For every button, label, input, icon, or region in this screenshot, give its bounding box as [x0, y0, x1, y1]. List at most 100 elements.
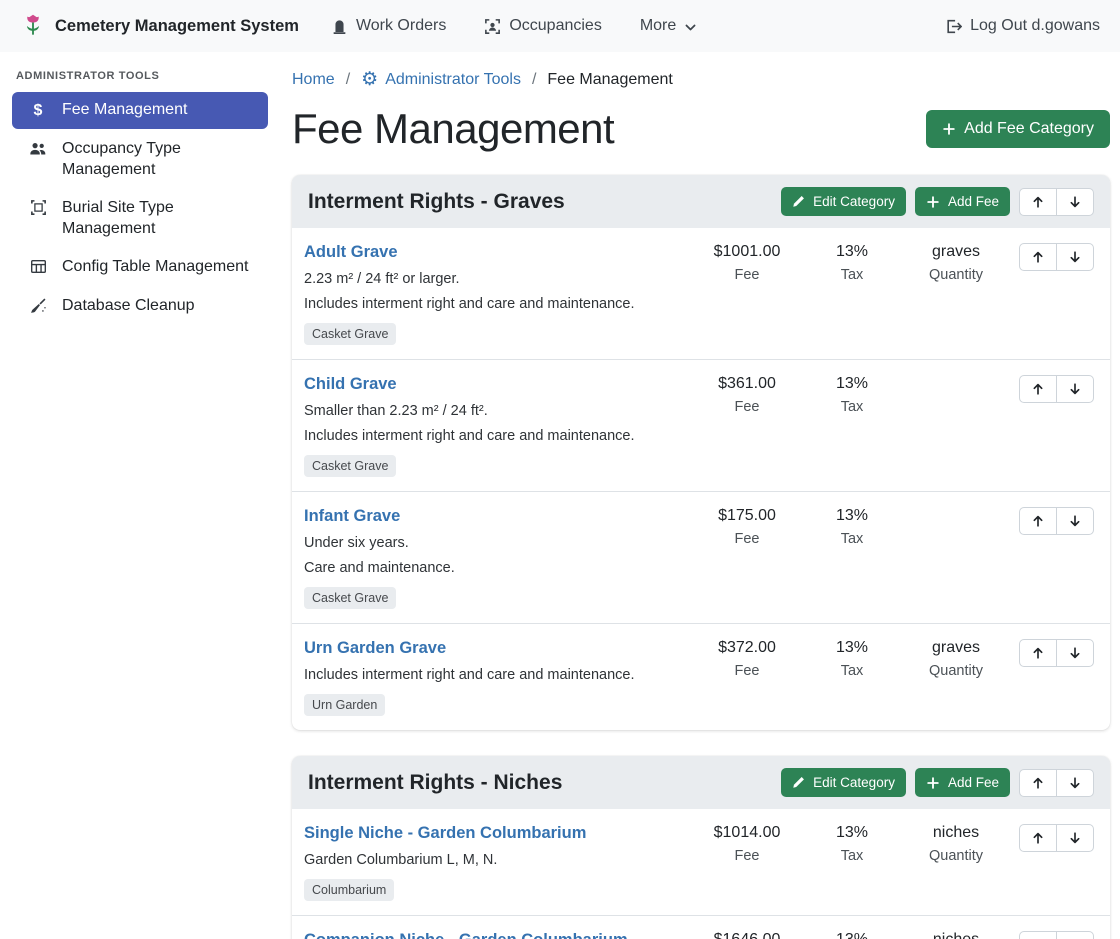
sidebar-item-config-table-management[interactable]: Config Table Management	[12, 249, 268, 285]
fee-row: Adult Grave 2.23 m² / 24 ft² or larger. …	[292, 228, 1110, 359]
move-category-up-button[interactable]	[1019, 188, 1057, 216]
fee-type-badge: Casket Grave	[304, 455, 396, 477]
fee-name-link[interactable]: Companion Niche - Garden Columbarium	[304, 931, 628, 939]
breadcrumb-admin-tools-link[interactable]: ⚙ Administrator Tools	[361, 70, 521, 89]
tax-rate: 13%	[800, 507, 904, 525]
fee-reorder-group	[1019, 824, 1094, 852]
sidebar-item-fee-management[interactable]: $ Fee Management	[12, 92, 268, 129]
quantity-unit: graves	[904, 243, 1008, 261]
fee-amount: $1014.00	[694, 824, 800, 842]
add-fee-category-button[interactable]: Add Fee Category	[926, 110, 1110, 148]
fee-row: Child Grave Smaller than 2.23 m² / 24 ft…	[292, 359, 1110, 491]
category-header: Interment Rights - Graves Edit Category …	[292, 175, 1110, 228]
fee-amount: $372.00	[694, 639, 800, 657]
move-fee-up-button[interactable]	[1019, 375, 1057, 403]
fee-name-link[interactable]: Urn Garden Grave	[304, 639, 446, 658]
quantity-label: Quantity	[904, 848, 1008, 864]
fee-row: Urn Garden Grave Includes interment righ…	[292, 623, 1110, 730]
breadcrumb: Home / ⚙ Administrator Tools / Fee Manag…	[292, 70, 1110, 89]
move-fee-down-button[interactable]	[1056, 375, 1094, 403]
fee-name-link[interactable]: Infant Grave	[304, 507, 400, 526]
plus-icon	[926, 195, 940, 209]
arrow-down-icon	[1068, 195, 1082, 209]
category-actions: Edit Category Add Fee	[781, 187, 1094, 216]
sidebar-item-database-cleanup[interactable]: Database Cleanup	[12, 288, 268, 324]
page-title: Fee Management	[292, 105, 614, 153]
quantity-label: Quantity	[904, 267, 1008, 283]
app-brand[interactable]: Cemetery Management System	[20, 13, 299, 39]
arrow-down-icon	[1068, 250, 1082, 264]
arrow-down-icon	[1068, 646, 1082, 660]
arrow-up-icon	[1031, 195, 1045, 209]
fee-row: Companion Niche - Garden Columbarium Gar…	[292, 915, 1110, 939]
fee-label: Fee	[694, 663, 800, 679]
fee-amount: $1001.00	[694, 243, 800, 261]
fee-name-link[interactable]: Adult Grave	[304, 243, 398, 262]
move-fee-up-button[interactable]	[1019, 639, 1057, 667]
logout-link[interactable]: Log Out d.gowans	[945, 17, 1100, 35]
move-fee-down-button[interactable]	[1056, 824, 1094, 852]
fee-name-link[interactable]: Child Grave	[304, 375, 397, 394]
arrow-up-icon	[1031, 646, 1045, 660]
edit-category-button[interactable]: Edit Category	[781, 768, 906, 797]
fee-name-link[interactable]: Single Niche - Garden Columbarium	[304, 824, 586, 843]
sidebar-item-occupancy-type-management[interactable]: Occupancy Type Management	[12, 131, 268, 188]
breadcrumb-separator: /	[532, 71, 536, 89]
move-fee-down-button[interactable]	[1056, 931, 1094, 939]
fee-label: Fee	[694, 267, 800, 283]
move-category-up-button[interactable]	[1019, 769, 1057, 797]
table-icon	[28, 258, 48, 275]
pencil-icon	[792, 776, 805, 789]
navbar-links: Work Orders Occupancies More	[331, 17, 697, 35]
plus-icon	[942, 122, 956, 136]
arrow-down-icon	[1068, 382, 1082, 396]
arrow-down-icon	[1068, 514, 1082, 528]
move-fee-up-button[interactable]	[1019, 931, 1057, 939]
quantity-unit: niches	[904, 824, 1008, 842]
arrow-up-icon	[1031, 831, 1045, 845]
plus-icon	[926, 776, 940, 790]
move-fee-down-button[interactable]	[1056, 243, 1094, 271]
tulip-logo-icon	[20, 13, 46, 39]
bounding-box-icon	[28, 199, 48, 216]
fee-description-2: Includes interment right and care and ma…	[304, 296, 686, 312]
move-fee-up-button[interactable]	[1019, 824, 1057, 852]
fee-description-1: Smaller than 2.23 m² / 24 ft².	[304, 403, 686, 419]
fee-description-1: Includes interment right and care and ma…	[304, 667, 686, 683]
fee-description-1: 2.23 m² / 24 ft² or larger.	[304, 271, 686, 287]
tax-label: Tax	[800, 267, 904, 283]
nav-work-orders[interactable]: Work Orders	[331, 17, 446, 35]
quantity-unit: graves	[904, 639, 1008, 657]
tax-label: Tax	[800, 531, 904, 547]
breadcrumb-home-link[interactable]: Home	[292, 71, 335, 89]
fee-list: Adult Grave 2.23 m² / 24 ft² or larger. …	[292, 228, 1110, 730]
category-title: Interment Rights - Niches	[308, 771, 781, 795]
arrow-up-icon	[1031, 776, 1045, 790]
fee-row: Single Niche - Garden Columbarium Garden…	[292, 809, 1110, 915]
move-fee-up-button[interactable]	[1019, 507, 1057, 535]
move-category-down-button[interactable]	[1056, 769, 1094, 797]
add-fee-button[interactable]: Add Fee	[915, 187, 1010, 216]
nav-occupancies[interactable]: Occupancies	[484, 17, 602, 35]
tax-rate: 13%	[800, 243, 904, 261]
breadcrumb-current: Fee Management	[547, 71, 672, 89]
sidebar-item-burial-site-type-management[interactable]: Burial Site Type Management	[12, 190, 268, 247]
category-reorder-group	[1019, 188, 1094, 216]
fee-description-2: Care and maintenance.	[304, 560, 686, 576]
add-fee-button[interactable]: Add Fee	[915, 768, 1010, 797]
main-content: Home / ⚙ Administrator Tools / Fee Manag…	[280, 52, 1120, 939]
top-navbar: Cemetery Management System Work Orders O…	[0, 0, 1120, 52]
move-fee-down-button[interactable]	[1056, 507, 1094, 535]
nav-more[interactable]: More	[640, 17, 697, 35]
quantity-label: Quantity	[904, 663, 1008, 679]
edit-category-button[interactable]: Edit Category	[781, 187, 906, 216]
fee-row: Infant Grave Under six years. Care and m…	[292, 491, 1110, 623]
fee-reorder-group	[1019, 375, 1094, 403]
move-category-down-button[interactable]	[1056, 188, 1094, 216]
fee-label: Fee	[694, 848, 800, 864]
logout-icon	[945, 18, 962, 35]
fee-description-1: Under six years.	[304, 535, 686, 551]
move-fee-down-button[interactable]	[1056, 639, 1094, 667]
move-fee-up-button[interactable]	[1019, 243, 1057, 271]
fee-type-badge: Urn Garden	[304, 694, 385, 716]
